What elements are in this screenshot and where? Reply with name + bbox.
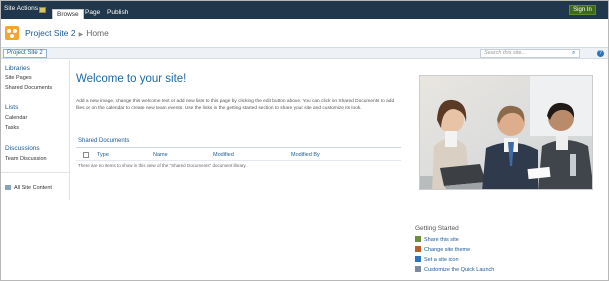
tab-publish[interactable]: Publish [103, 7, 132, 19]
tab-page[interactable]: Page [81, 7, 104, 19]
welcome-image [419, 75, 593, 190]
search-input[interactable]: Search this site... [480, 49, 580, 58]
shared-documents-web-part-title[interactable]: Shared Documents [78, 138, 129, 144]
set-site-icon-link[interactable]: Set a site icon [415, 256, 459, 263]
quick-launch: Libraries Site Pages Shared Documents Li… [1, 60, 70, 200]
breadcrumb-current-page: Home [86, 28, 109, 38]
set-site-icon-label: Set a site icon [424, 257, 459, 263]
sign-in-button[interactable]: Sign In [569, 5, 596, 15]
topnav-item-project-site-2[interactable]: Project Site 2 [3, 49, 47, 58]
column-header-type[interactable]: Type [97, 152, 109, 158]
search-icon[interactable]: ⌕ [572, 50, 575, 57]
table-header-divider [76, 160, 401, 161]
quick-launch-item-calendar[interactable]: Calendar [5, 115, 27, 121]
customize-quick-launch-label: Customize the Quick Launch [424, 267, 495, 273]
site-icon-icon [415, 256, 421, 262]
share-icon [415, 236, 421, 242]
quick-launch-heading-discussions[interactable]: Discussions [5, 145, 40, 152]
title-area: Project Site 2 ▶ Home [1, 19, 608, 47]
breadcrumb-separator-icon: ▶ [78, 32, 84, 38]
all-site-content-label: All Site Content [14, 185, 52, 191]
web-part-divider [76, 147, 401, 148]
quick-launch-item-shared-documents[interactable]: Shared Documents [5, 85, 52, 91]
all-site-content-link[interactable]: All Site Content [5, 185, 52, 191]
tab-browse[interactable]: Browse [52, 9, 84, 19]
quick-launch-heading-lists[interactable]: Lists [5, 104, 18, 111]
column-header-modified[interactable]: Modified [213, 152, 234, 158]
quick-launch-divider [1, 172, 69, 173]
getting-started-title: Getting Started [415, 225, 459, 232]
quick-launch-item-team-discussion[interactable]: Team Discussion [5, 156, 47, 162]
breadcrumb: Project Site 2 ▶ Home [25, 28, 109, 38]
quick-launch-item-tasks[interactable]: Tasks [5, 125, 19, 131]
breadcrumb-site-link[interactable]: Project Site 2 [25, 28, 76, 38]
change-theme-label: Change site theme [424, 247, 471, 253]
ribbon-bar: Site Actions▼ Browse Page Publish Sign I… [1, 1, 608, 19]
site-logo-icon[interactable] [5, 26, 19, 40]
quick-launch-item-site-pages[interactable]: Site Pages [5, 75, 32, 81]
share-site-link[interactable]: Share this site [415, 236, 459, 243]
empty-library-message: There are no items to show in this view … [78, 163, 247, 168]
help-icon[interactable]: ? [597, 50, 604, 57]
sharepoint-window: Site Actions▼ Browse Page Publish Sign I… [0, 0, 609, 281]
recycle-bin-icon [5, 185, 11, 190]
column-header-modified-by[interactable]: Modified By [291, 152, 320, 158]
customize-quick-launch-link[interactable]: Customize the Quick Launch [415, 266, 494, 273]
column-header-name[interactable]: Name [153, 152, 168, 158]
select-all-checkbox[interactable] [83, 152, 89, 158]
page-title: Welcome to your site! [76, 73, 187, 85]
top-link-bar: Project Site 2 Search this site... ⌕ ? [1, 47, 608, 59]
share-site-label: Share this site [424, 237, 459, 243]
change-theme-link[interactable]: Change site theme [415, 246, 470, 253]
quick-launch-heading-libraries[interactable]: Libraries [5, 65, 30, 72]
site-actions-label: Site Actions [4, 5, 38, 12]
navigate-up-icon[interactable] [39, 7, 46, 13]
welcome-text: Add a new image, change this welcome tex… [76, 99, 395, 111]
theme-icon [415, 246, 421, 252]
quick-launch-icon [415, 266, 421, 272]
